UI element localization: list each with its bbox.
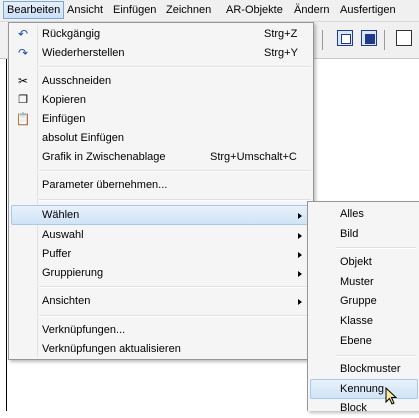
menu-item-shortcut: Strg+Z — [264, 28, 298, 40]
menu-item-shortcut: Strg+Y — [264, 47, 298, 59]
submenu-item-bild[interactable]: Bild — [310, 225, 418, 244]
menu-item-label: absolut Einfügen — [42, 132, 124, 144]
menu-einfuegen[interactable]: Einfügen — [110, 2, 159, 19]
submenu-item-klasse[interactable]: Klasse — [310, 312, 418, 331]
menu-item-label: Rückgängig — [42, 28, 101, 40]
menu-item-undo[interactable]: ↶ Rückgängig Strg+Z — [11, 25, 311, 44]
menu-separator — [39, 286, 311, 288]
menu-item-label: Verknüpfungen aktualisieren — [42, 343, 181, 355]
menu-item-label: Kopieren — [42, 94, 87, 106]
menu-separator — [39, 199, 311, 201]
submenu-item-alles[interactable]: Alles — [310, 205, 418, 224]
menu-separator — [336, 355, 416, 357]
menu-bearbeiten[interactable]: Bearbeiten — [3, 1, 65, 19]
submenu-item-objekt[interactable]: Objekt — [310, 253, 418, 272]
menu-item-puffer[interactable]: Puffer — [11, 245, 311, 264]
menu-item-paste[interactable]: 📋 Einfügen — [11, 110, 311, 129]
submenu-arrow-icon — [298, 299, 302, 305]
toolbar-separator — [384, 30, 385, 50]
menu-bar: Bearbeiten Ansicht Einfügen Zeichnen AR-… — [0, 0, 419, 22]
menu-item-label: Block — [340, 402, 367, 414]
menu-item-graphic-to-clipboard[interactable]: Grafik in Zwischenablage Strg+Umschalt+C — [11, 148, 311, 167]
menu-item-label: Ausschneiden — [42, 75, 112, 87]
edit-menu: ↶ Rückgängig Strg+Z ↷ Wiederherstellen S… — [8, 22, 314, 360]
menu-item-label: Parameter übernehmen... — [42, 179, 168, 191]
submenu-item-muster[interactable]: Muster — [310, 273, 418, 292]
submenu-item-block[interactable]: Block — [310, 399, 418, 418]
menu-zeichnen[interactable]: Zeichnen — [163, 2, 214, 19]
cut-icon: ✂ — [17, 74, 29, 88]
menu-item-waehlen[interactable]: Wählen — [11, 205, 311, 225]
waehlen-submenu: Alles Bild Objekt Muster Gruppe Klasse E… — [307, 201, 419, 414]
menu-aendern[interactable]: Ändern — [291, 2, 332, 19]
menu-item-label: Muster — [340, 276, 374, 288]
canvas-border-line — [6, 59, 7, 411]
menu-item-label: Alles — [340, 208, 364, 220]
submenu-item-kennung[interactable]: Kennung — [310, 379, 418, 399]
menu-item-label: Klasse — [340, 315, 374, 327]
submenu-item-gruppe[interactable]: Gruppe — [310, 292, 418, 311]
menu-item-ansichten[interactable]: Ansichten — [11, 292, 311, 311]
submenu-item-ebene[interactable]: Ebene — [310, 332, 418, 351]
menu-item-label: Wählen — [42, 209, 80, 221]
menu-item-label: Gruppierung — [42, 267, 104, 279]
toolbar-button-3[interactable] — [396, 30, 412, 46]
menu-item-label: Gruppe — [340, 295, 377, 307]
menu-item-gruppierung[interactable]: Gruppierung — [11, 264, 311, 283]
undo-icon: ↶ — [17, 27, 29, 41]
menu-item-label: Ansichten — [42, 295, 91, 307]
menu-item-label: Auswahl — [42, 229, 84, 241]
menu-separator — [39, 170, 311, 172]
menu-separator — [336, 247, 416, 249]
menu-separator — [39, 66, 311, 68]
menu-item-shortcut: Strg+Umschalt+C — [210, 151, 297, 163]
menu-item-label: Bild — [340, 228, 359, 240]
menu-item-redo[interactable]: ↷ Wiederherstellen Strg+Y — [11, 44, 311, 63]
paste-icon: 📋 — [15, 112, 31, 126]
toolbar-button-2[interactable] — [361, 30, 377, 46]
menu-item-take-parameters[interactable]: Parameter übernehmen... — [11, 176, 311, 195]
menu-item-label: Verknüpfungen... — [42, 324, 126, 336]
menu-item-label: Puffer — [42, 248, 72, 260]
menu-item-verknuepfungen-aktualisieren[interactable]: Verknüpfungen aktualisieren — [11, 340, 311, 359]
menu-item-label: Wiederherstellen — [42, 47, 125, 59]
menu-separator — [39, 315, 311, 317]
submenu-arrow-icon — [298, 271, 302, 277]
menu-ausfertigen[interactable]: Ausfertigen — [337, 2, 399, 19]
menu-ansicht[interactable]: Ansicht — [64, 2, 106, 19]
menu-item-label: Objekt — [340, 256, 372, 268]
menu-item-label: Blockmuster — [340, 363, 401, 375]
submenu-arrow-icon — [298, 213, 302, 219]
menu-item-absolute-paste[interactable]: absolut Einfügen — [11, 129, 311, 148]
copy-icon: ❐ — [18, 94, 28, 106]
menu-item-verknuepfungen[interactable]: Verknüpfungen... — [11, 321, 311, 340]
menu-item-label: Kennung — [340, 383, 385, 395]
menu-item-auswahl[interactable]: Auswahl — [11, 226, 311, 245]
mouse-cursor-icon — [385, 387, 398, 405]
submenu-item-blockmuster[interactable]: Blockmuster — [310, 360, 418, 379]
menu-item-cut[interactable]: ✂ Ausschneiden — [11, 72, 311, 91]
menu-ar-objekte[interactable]: AR-Objekte — [223, 2, 286, 19]
toolbar-button-1[interactable] — [337, 30, 353, 46]
redo-icon: ↷ — [17, 46, 29, 60]
toolbar-separator — [322, 30, 323, 50]
menu-item-label: Ebene — [340, 335, 372, 347]
menu-item-label: Grafik in Zwischenablage — [42, 151, 166, 163]
submenu-arrow-icon — [298, 233, 302, 239]
submenu-arrow-icon — [298, 252, 302, 258]
menu-item-label: Einfügen — [42, 113, 86, 125]
menu-item-copy[interactable]: ❐ Kopieren — [11, 91, 311, 110]
